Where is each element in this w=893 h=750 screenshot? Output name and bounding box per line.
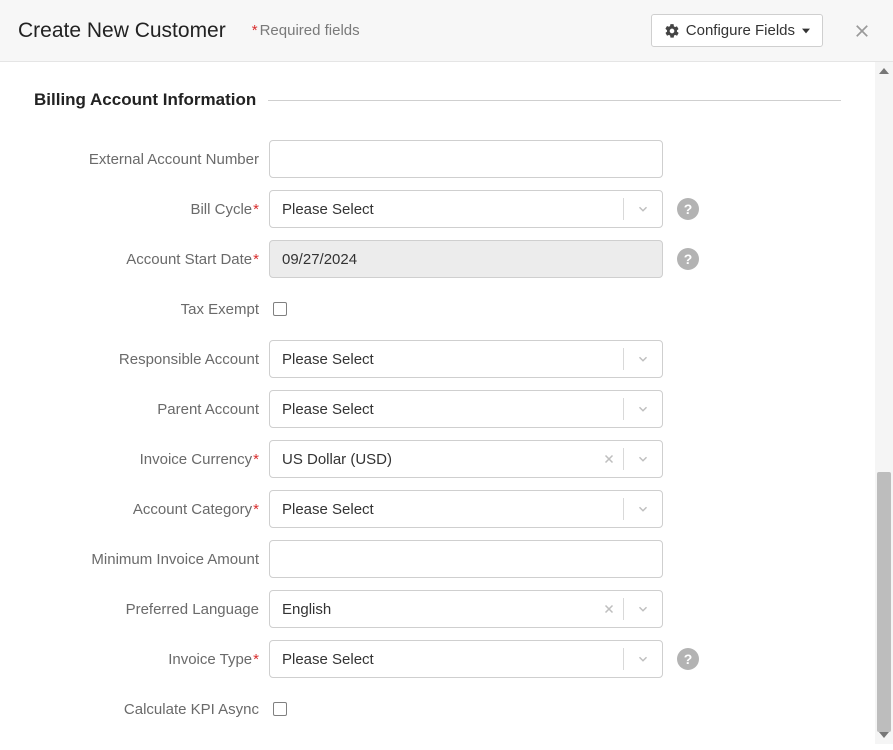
chevron-down-icon: [624, 602, 662, 616]
required-asterisk: *: [253, 201, 259, 218]
chevron-down-icon: [624, 352, 662, 366]
close-button[interactable]: [849, 18, 875, 44]
row-invoice-type: Invoice Type* Please Select ?: [34, 640, 841, 678]
input-minimum-invoice-amount[interactable]: [269, 540, 663, 578]
label-responsible-account: Responsible Account: [34, 351, 269, 368]
modal-title: Create New Customer: [18, 19, 226, 43]
row-responsible-account: Responsible Account Please Select: [34, 340, 841, 378]
clear-icon[interactable]: [595, 603, 623, 615]
select-parent-account[interactable]: Please Select: [269, 390, 663, 428]
select-value: Please Select: [270, 501, 623, 518]
chevron-down-icon: [624, 402, 662, 416]
section-title: Billing Account Information: [34, 90, 256, 110]
required-asterisk: *: [253, 501, 259, 518]
row-minimum-invoice-amount: Minimum Invoice Amount: [34, 540, 841, 578]
row-invoice-currency: Invoice Currency* US Dollar (USD): [34, 440, 841, 478]
label-bill-cycle: Bill Cycle*: [34, 201, 269, 218]
select-value: English: [270, 601, 595, 618]
select-invoice-type[interactable]: Please Select: [269, 640, 663, 678]
scroll-up-icon[interactable]: [875, 62, 893, 80]
scrollbar-thumb[interactable]: [877, 472, 891, 732]
label-preferred-language: Preferred Language: [34, 601, 269, 618]
label-account-category: Account Category*: [34, 501, 269, 518]
chevron-down-icon: [624, 202, 662, 216]
clear-icon[interactable]: [595, 453, 623, 465]
chevron-down-icon: [624, 452, 662, 466]
label-invoice-type: Invoice Type*: [34, 651, 269, 668]
modal-header: Create New Customer *Required fields Con…: [0, 0, 893, 62]
select-value: Please Select: [270, 201, 623, 218]
section-rule: [268, 100, 841, 101]
chevron-down-icon: [624, 652, 662, 666]
scroll-down-icon[interactable]: [875, 726, 893, 744]
row-preferred-language: Preferred Language English: [34, 590, 841, 628]
select-responsible-account[interactable]: Please Select: [269, 340, 663, 378]
input-external-account-number[interactable]: [269, 140, 663, 178]
required-fields-hint: *Required fields: [252, 22, 360, 39]
row-account-category: Account Category* Please Select: [34, 490, 841, 528]
label-parent-account: Parent Account: [34, 401, 269, 418]
section-header: Billing Account Information: [34, 90, 841, 110]
checkbox-calculate-kpi-async[interactable]: [273, 702, 287, 716]
select-account-category[interactable]: Please Select: [269, 490, 663, 528]
select-value: Please Select: [270, 401, 623, 418]
required-asterisk: *: [253, 251, 259, 268]
select-value: US Dollar (USD): [270, 451, 595, 468]
row-account-start-date: Account Start Date* ?: [34, 240, 841, 278]
required-asterisk: *: [253, 651, 259, 668]
label-external-account-number: External Account Number: [34, 151, 269, 168]
help-icon[interactable]: ?: [677, 648, 699, 670]
select-preferred-language[interactable]: English: [269, 590, 663, 628]
label-invoice-currency: Invoice Currency*: [34, 451, 269, 468]
caret-down-icon: [802, 27, 810, 35]
select-bill-cycle[interactable]: Please Select: [269, 190, 663, 228]
help-icon[interactable]: ?: [677, 198, 699, 220]
label-tax-exempt: Tax Exempt: [34, 301, 269, 318]
row-tax-exempt: Tax Exempt: [34, 290, 841, 328]
required-asterisk: *: [253, 451, 259, 468]
label-minimum-invoice-amount: Minimum Invoice Amount: [34, 551, 269, 568]
form-scroll-area: Billing Account Information External Acc…: [0, 62, 875, 744]
row-parent-account: Parent Account Please Select: [34, 390, 841, 428]
row-bill-cycle: Bill Cycle* Please Select ?: [34, 190, 841, 228]
select-invoice-currency[interactable]: US Dollar (USD): [269, 440, 663, 478]
vertical-scrollbar[interactable]: [875, 62, 893, 744]
checkbox-tax-exempt[interactable]: [273, 302, 287, 316]
configure-fields-label: Configure Fields: [686, 22, 795, 39]
configure-fields-button[interactable]: Configure Fields: [651, 14, 823, 47]
asterisk-icon: *: [252, 22, 258, 39]
help-icon[interactable]: ?: [677, 248, 699, 270]
label-calculate-kpi-async: Calculate KPI Async: [34, 701, 269, 718]
gear-icon: [664, 23, 680, 39]
row-external-account-number: External Account Number: [34, 140, 841, 178]
label-account-start-date: Account Start Date*: [34, 251, 269, 268]
select-value: Please Select: [270, 351, 623, 368]
chevron-down-icon: [624, 502, 662, 516]
select-value: Please Select: [270, 651, 623, 668]
row-calculate-kpi-async: Calculate KPI Async: [34, 690, 841, 728]
input-account-start-date[interactable]: [269, 240, 663, 278]
